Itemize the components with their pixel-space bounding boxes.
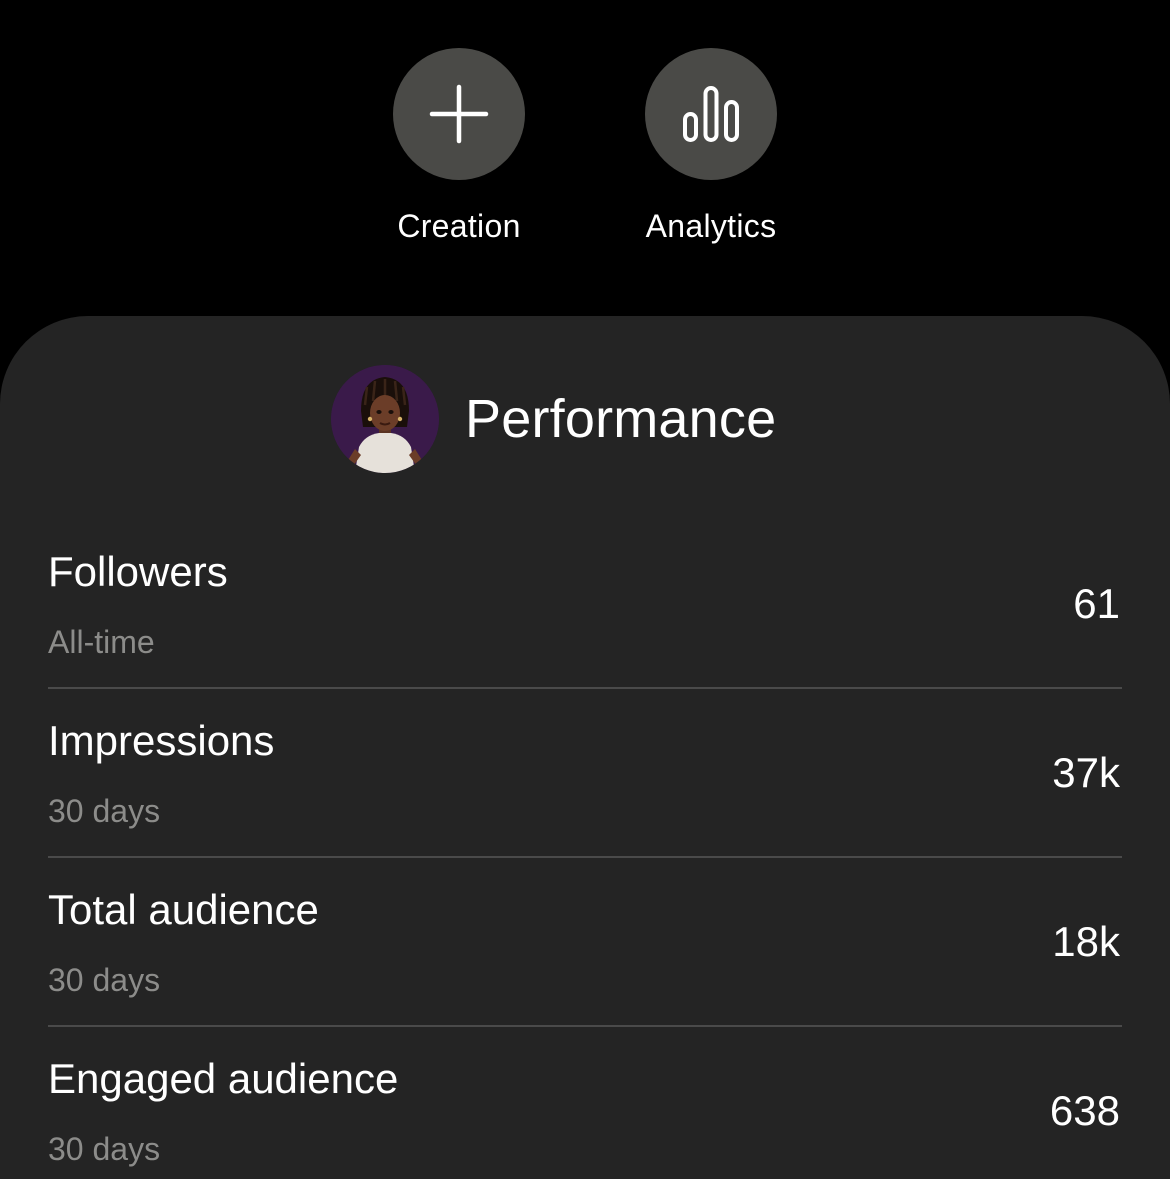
performance-title: Performance: [465, 389, 777, 449]
metric-label: Total audience: [48, 886, 319, 933]
metric-row-engaged-audience[interactable]: Engaged audience 30 days 638: [48, 1027, 1122, 1179]
metrics-list: Followers All-time 61 Impressions 30 day…: [48, 520, 1122, 1179]
analytics-action[interactable]: Analytics: [611, 48, 811, 244]
metric-row-followers[interactable]: Followers All-time 61: [48, 520, 1122, 689]
metric-value: 37k: [1052, 749, 1120, 796]
metric-label: Engaged audience: [48, 1055, 399, 1102]
creation-label: Creation: [397, 208, 521, 244]
analytics-label: Analytics: [645, 208, 777, 244]
bar-chart-icon: [683, 86, 739, 142]
metric-value: 638: [1049, 1087, 1120, 1134]
avatar-image: [331, 365, 439, 473]
analytics-button[interactable]: [645, 48, 777, 180]
metric-period: All-time: [48, 624, 155, 660]
metric-period: 30 days: [48, 793, 161, 829]
performance-header: Performance: [331, 364, 776, 474]
performance-card: Performance Followers All-time 61 Impres…: [0, 316, 1170, 1179]
metric-row-total-audience[interactable]: Total audience 30 days 18k: [48, 858, 1122, 1027]
avatar[interactable]: [331, 365, 439, 473]
metric-label: Impressions: [48, 717, 275, 764]
metric-period: 30 days: [48, 962, 161, 998]
metric-period: 30 days: [48, 1131, 161, 1167]
quick-actions: Creation Analytics: [0, 48, 1170, 248]
metric-value: 61: [1073, 580, 1120, 627]
metric-value: 18k: [1052, 918, 1120, 965]
metric-label: Followers: [48, 548, 228, 595]
plus-icon: [429, 84, 489, 144]
page: Creation Analytics Performance Followers…: [0, 0, 1170, 1179]
metric-row-impressions[interactable]: Impressions 30 days 37k: [48, 689, 1122, 858]
creation-action[interactable]: Creation: [359, 48, 559, 244]
creation-button[interactable]: [393, 48, 525, 180]
